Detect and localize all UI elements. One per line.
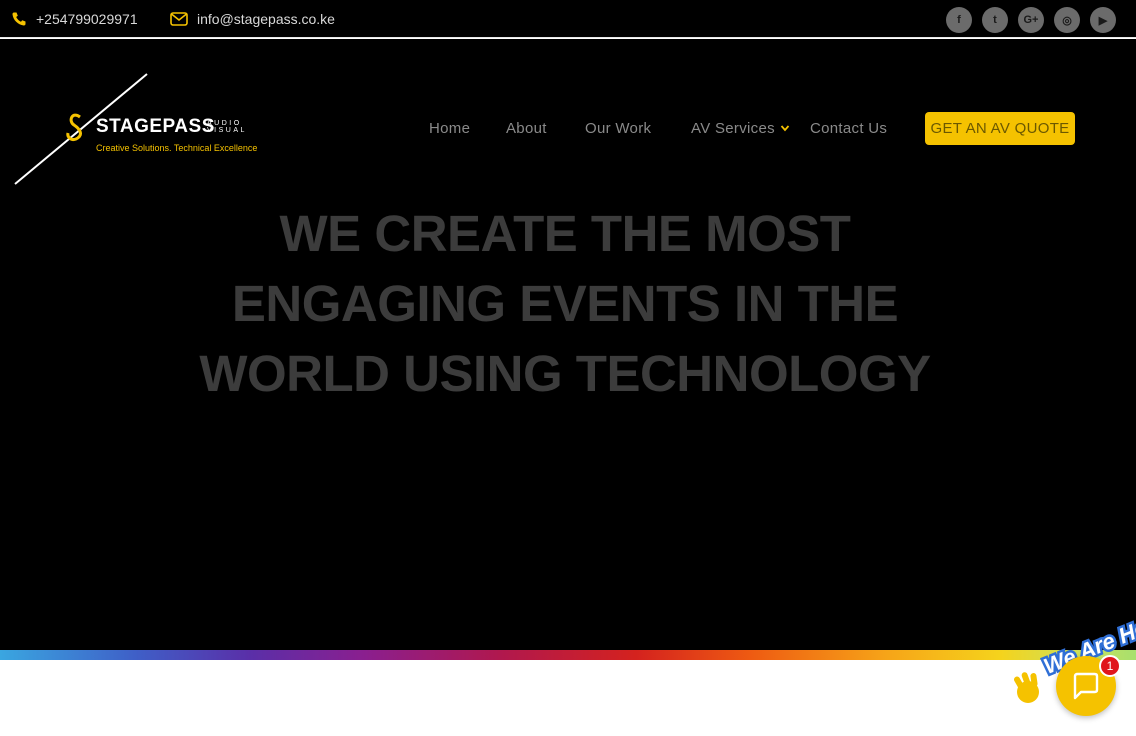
instagram-icon[interactable]: ◎ (1054, 7, 1080, 33)
rainbow-divider (0, 650, 1136, 660)
email-contact[interactable]: info@stagepass.co.ke (170, 0, 335, 38)
facebook-icon[interactable]: f (946, 7, 972, 33)
phone-number: +254799029971 (36, 11, 138, 27)
phone-icon (11, 11, 27, 27)
nav-av-services[interactable]: AV Services (691, 112, 775, 146)
youtube-icon[interactable]: ▶ (1090, 7, 1116, 33)
chat-icon (1073, 672, 1099, 700)
hero-section: STAGEPASS AUDIO VISUAL Creative Solution… (0, 39, 1136, 650)
get-av-quote-button[interactable]: GET AN AV QUOTE (925, 112, 1075, 145)
nav-our-work[interactable]: Our Work (585, 112, 651, 146)
google-plus-icon[interactable]: G+ (1018, 7, 1044, 33)
phone-contact[interactable]: +254799029971 (11, 0, 138, 38)
chevron-down-icon[interactable] (780, 123, 790, 133)
chat-notification-badge: 1 (1099, 655, 1121, 677)
social-links: f t G+ ◎ ▶ (946, 7, 1116, 33)
twitter-icon[interactable]: t (982, 7, 1008, 33)
nav-about[interactable]: About (506, 112, 547, 146)
nav-contact-us[interactable]: Contact Us (810, 112, 887, 146)
hero-headline: WE CREATE THE MOST ENGAGING EVENTS IN TH… (199, 205, 931, 402)
envelope-icon (170, 12, 188, 26)
top-contact-bar: +254799029971 info@stagepass.co.ke f t G… (0, 0, 1136, 38)
email-address: info@stagepass.co.ke (197, 11, 335, 27)
nav-home[interactable]: Home (429, 112, 470, 146)
